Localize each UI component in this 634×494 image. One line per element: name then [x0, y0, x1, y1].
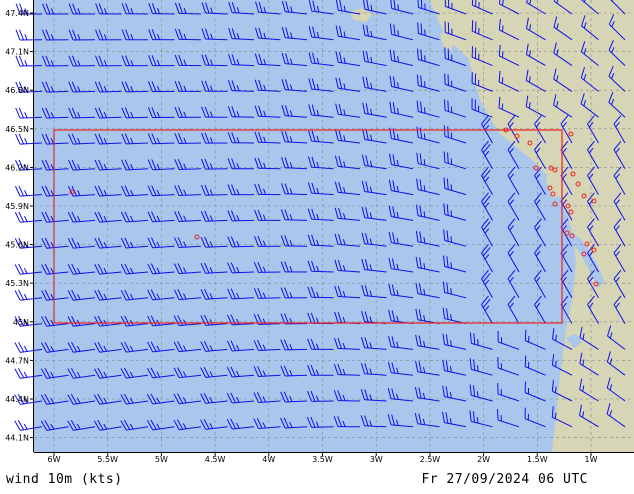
latitude-label: 47.1N	[5, 48, 29, 57]
longitude-label: 1.5W	[527, 455, 548, 464]
longitude-label: 4.5W	[205, 455, 226, 464]
latitude-label: 46.8N	[5, 86, 29, 95]
wind-map: 47.4N 47.1N 46.8N 46.5N 46.2N 45.9N 45.6N 45.3N…	[0, 0, 634, 490]
latitude-label: 44.1N	[5, 434, 29, 443]
latitude-label: 44.4N	[5, 395, 29, 404]
latitude-label: 45.9N	[5, 202, 29, 211]
longitude-label: 5W	[155, 455, 168, 464]
longitude-label: 3.5W	[312, 455, 333, 464]
latitude-label: 45.6N	[5, 241, 29, 250]
longitude-axis: 6W 5.5W 5W 4.5W 4W 3.5W 3W 2.5W 2W 1.5W 1W	[34, 452, 634, 464]
longitude-label: 1W	[585, 455, 598, 464]
longitude-label: 6W	[48, 455, 61, 464]
latitude-label: 46.2N	[5, 163, 29, 172]
latitude-label: 46.5N	[5, 125, 29, 134]
longitude-label: 2W	[477, 455, 490, 464]
latitude-label: 47.4N	[5, 9, 29, 18]
longitude-label: 4W	[262, 455, 275, 464]
latitude-label: 45N	[13, 318, 29, 327]
longitude-label: 2.5W	[420, 455, 441, 464]
map-svg: 47.4N 47.1N 46.8N 46.5N 46.2N 45.9N 45.6N 45.3N…	[0, 0, 634, 490]
timestamp-label: Fr 27/09/2024 06 UTC	[421, 472, 588, 487]
latitude-label: 45.3N	[5, 279, 29, 288]
longitude-label: 3W	[370, 455, 383, 464]
latitude-label: 44.7N	[5, 356, 29, 365]
longitude-label: 5.5W	[97, 455, 118, 464]
latitude-axis: 47.4N 47.1N 46.8N 46.5N 46.2N 45.9N 45.6N 45.3N…	[5, 0, 34, 452]
variable-label: wind 10m (kts)	[6, 472, 123, 487]
